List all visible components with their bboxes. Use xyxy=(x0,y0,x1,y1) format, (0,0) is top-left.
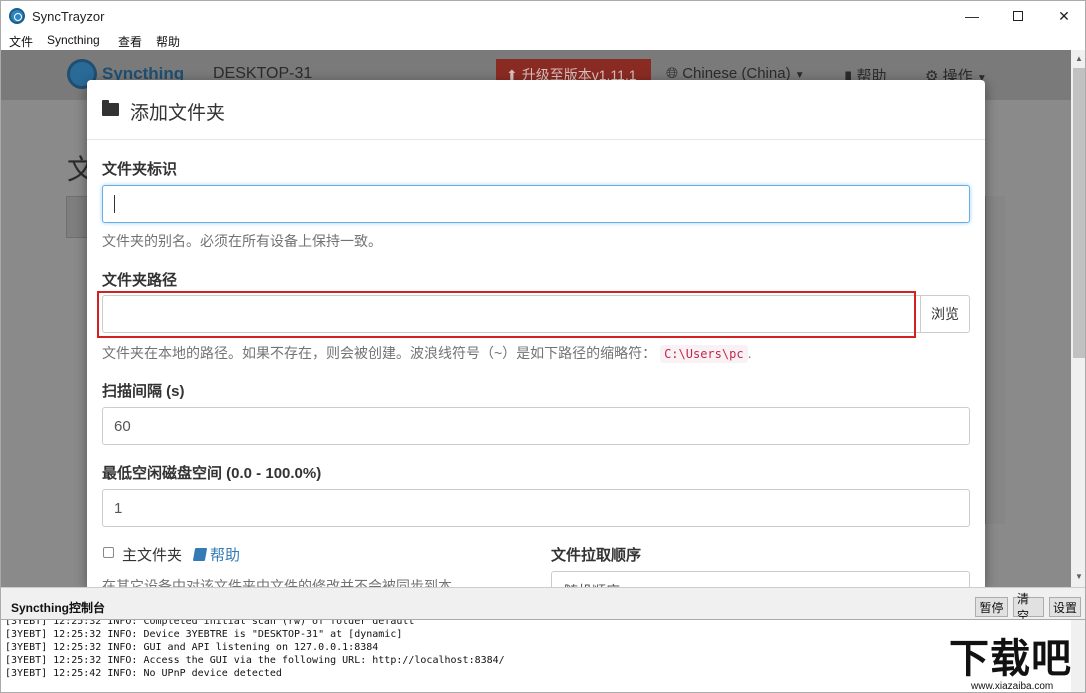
scroll-up-arrow-icon[interactable]: ▲ xyxy=(1075,54,1083,63)
watermark-url: www.xiazaiba.com xyxy=(971,681,1053,692)
rescan-interval-heading: 扫描间隔 (s) xyxy=(102,380,185,401)
log-line: [3YEBT] 12:25:32 INFO: Device 3YEBTRE is… xyxy=(5,629,402,640)
window-title: SyncTrayzor xyxy=(32,9,104,24)
settings-button[interactable]: 设置 xyxy=(1049,597,1081,617)
browse-button[interactable]: 浏览 xyxy=(920,295,970,333)
minimize-icon: — xyxy=(965,8,979,24)
dialog-header: 添加文件夹 xyxy=(87,80,985,140)
folder-label-input[interactable] xyxy=(102,185,970,223)
watermark-logo: 下载吧 www.xiazaiba.com xyxy=(949,637,1085,693)
console-log[interactable]: [3YEBT] 12:25:32 INFO: Completed initial… xyxy=(1,619,1086,693)
maximize-button[interactable] xyxy=(995,1,1041,31)
dialog-title: 添加文件夹 xyxy=(130,98,225,125)
add-folder-dialog: 添加文件夹 文件夹标识 文件夹的别名。必须在所有设备上保持一致。 文件夹路径 浏… xyxy=(87,80,985,587)
scroll-down-arrow-icon[interactable]: ▼ xyxy=(1075,572,1083,581)
folder-label-help: 文件夹的别名。必须在所有设备上保持一致。 xyxy=(102,231,382,251)
master-folder-help: 在其它设备中对该文件夹中文件的修改并不会被同步到本 xyxy=(102,576,452,587)
master-help-link[interactable]: 帮助 xyxy=(194,544,240,565)
folder-path-help: 文件夹在本地的路径。如果不存在，则会被创建。波浪线符号（~）是如下路径的缩略符：… xyxy=(102,343,751,363)
menu-bar: 文件 Syncthing 查看 帮助 xyxy=(1,31,1086,50)
console-header: Syncthing控制台 暂停 清空 设置 xyxy=(1,587,1086,619)
master-folder-checkbox[interactable] xyxy=(103,547,114,558)
pull-order-select[interactable]: 随机顺序 xyxy=(551,571,970,587)
master-folder-label[interactable]: 主文件夹 xyxy=(122,544,182,565)
maximize-icon xyxy=(1013,11,1023,21)
rescan-interval-input[interactable]: 60 xyxy=(102,407,970,445)
folder-label-heading: 文件夹标识 xyxy=(102,158,177,179)
title-bar: SyncTrayzor — ✕ xyxy=(1,1,1086,31)
synctrayzor-icon xyxy=(9,8,25,24)
background-panel xyxy=(985,196,1005,524)
menu-file[interactable]: 文件 xyxy=(9,33,33,50)
highlight-box xyxy=(97,291,916,338)
log-line: [3YEBT] 12:25:42 INFO: No UPnP device de… xyxy=(5,668,282,679)
watermark-main: 下载吧 xyxy=(949,637,1072,681)
background-panel xyxy=(66,196,88,238)
min-disk-free-input[interactable]: 1 xyxy=(102,489,970,527)
app-window: SyncTrayzor — ✕ 文件 Syncthing 查看 帮助 Synct… xyxy=(0,0,1086,693)
scrollbar-thumb[interactable] xyxy=(1073,68,1085,358)
clear-button[interactable]: 清空 xyxy=(1013,597,1044,617)
book-icon xyxy=(193,548,207,561)
close-button[interactable]: ✕ xyxy=(1041,1,1086,31)
home-path-code: C:\Users\pc xyxy=(660,345,747,363)
minimize-button[interactable]: — xyxy=(949,1,995,31)
folder-icon xyxy=(102,103,119,116)
min-disk-free-heading: 最低空闲磁盘空间 (0.0 - 100.0%) xyxy=(102,462,321,483)
browser-scrollbar[interactable]: ▲ ▼ xyxy=(1071,50,1086,587)
menu-syncthing[interactable]: Syncthing xyxy=(47,33,100,47)
log-line: [3YEBT] 12:25:32 INFO: Completed initial… xyxy=(5,619,414,627)
close-icon: ✕ xyxy=(1058,8,1070,25)
pull-order-heading: 文件拉取顺序 xyxy=(551,544,641,565)
text-caret xyxy=(114,195,115,213)
menu-view[interactable]: 查看 xyxy=(118,33,142,50)
menu-help[interactable]: 帮助 xyxy=(156,33,180,50)
log-line: [3YEBT] 12:25:32 INFO: Access the GUI vi… xyxy=(5,655,505,666)
console-title: Syncthing控制台 xyxy=(11,599,105,616)
pause-button[interactable]: 暂停 xyxy=(975,597,1008,617)
folder-path-heading: 文件夹路径 xyxy=(102,269,177,290)
log-line: [3YEBT] 12:25:32 INFO: GUI and API liste… xyxy=(5,642,378,653)
